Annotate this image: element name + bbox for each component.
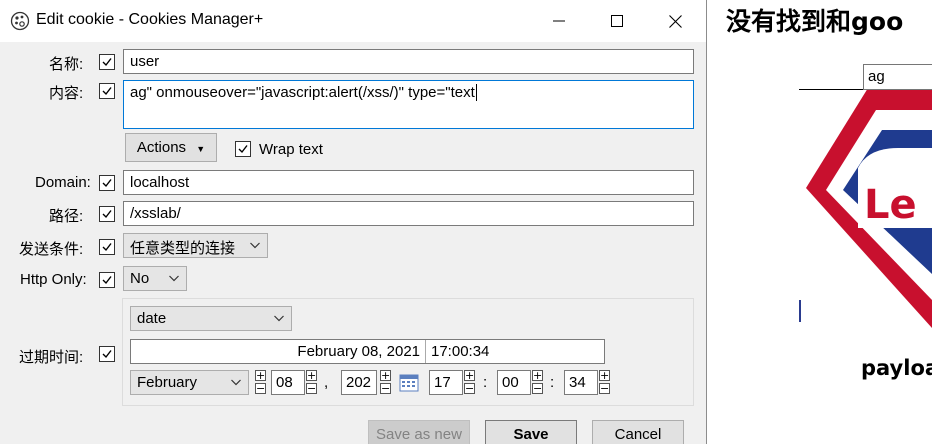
search-input[interactable]: ag: [863, 64, 932, 90]
hour-decrement-button[interactable]: −: [464, 383, 475, 394]
domain-field[interactable]: localhost: [123, 170, 694, 195]
dialog-title: Edit cookie - Cookies Manager+: [36, 11, 264, 28]
checkmark-icon: [102, 87, 112, 96]
year-decrement-button[interactable]: −: [380, 383, 391, 394]
svg-text:Le: Le: [864, 182, 917, 228]
checkmark-icon: [102, 179, 112, 188]
close-icon: [668, 14, 682, 28]
content-textarea[interactable]: ag" onmouseover="javascript:alert(/xss/)…: [123, 80, 694, 129]
checkmark-icon: [102, 243, 112, 252]
day-spin-up-button[interactable]: +: [306, 370, 317, 381]
month-select[interactable]: February: [130, 370, 249, 395]
name-label: 名称:: [49, 56, 84, 73]
month-value: February: [137, 374, 198, 391]
maximize-icon: [611, 15, 623, 27]
path-checkbox[interactable]: [99, 206, 115, 222]
expiry-date-text: February 08, 2021: [131, 340, 426, 363]
close-button[interactable]: [646, 0, 704, 42]
expiry-type-select[interactable]: date: [130, 306, 292, 331]
minimize-button[interactable]: [530, 0, 588, 42]
text-caret: [475, 84, 477, 101]
save-as-new-button[interactable]: Save as new: [368, 420, 470, 444]
chevron-down-icon: [231, 379, 241, 386]
day-decrement-button[interactable]: −: [255, 383, 266, 394]
year-field[interactable]: 202: [341, 370, 377, 395]
minute-decrement-button[interactable]: −: [532, 383, 543, 394]
checkmark-icon: [102, 350, 112, 359]
httponly-checkbox[interactable]: [99, 272, 115, 288]
httponly-label: Http Only:: [20, 271, 87, 288]
httponly-value: No: [130, 270, 150, 287]
minute-field[interactable]: 00: [497, 370, 531, 395]
maximize-button[interactable]: [588, 0, 646, 42]
path-field[interactable]: /xsslab/: [123, 201, 694, 226]
send-for-value: 任意类型的连接: [130, 240, 236, 257]
second-field[interactable]: 34: [564, 370, 598, 395]
content-value: ag" onmouseover="javascript:alert(/xss/)…: [130, 84, 475, 101]
path-label: 路径:: [49, 208, 84, 225]
content-checkbox[interactable]: [99, 83, 115, 99]
expiry-datetime-display[interactable]: February 08, 2021 17:00:34: [130, 339, 605, 364]
day-increment-button[interactable]: +: [255, 370, 266, 381]
domain-label: Domain:: [35, 174, 91, 191]
date-separator: ,: [324, 374, 329, 391]
day-spin-down-button[interactable]: −: [306, 383, 317, 394]
second-decrement-button[interactable]: −: [599, 383, 610, 394]
actions-button[interactable]: Actions ▼: [125, 133, 217, 162]
hour-increment-button[interactable]: +: [464, 370, 475, 381]
expiry-label: 过期时间:: [19, 349, 84, 366]
domain-checkbox[interactable]: [99, 175, 115, 191]
checkmark-icon: [102, 58, 112, 67]
minimize-icon: [553, 20, 565, 22]
httponly-select[interactable]: No: [123, 266, 187, 291]
calendar-icon[interactable]: [399, 372, 419, 396]
team-logo-image: Le: [798, 78, 932, 332]
time-separator: :: [550, 374, 555, 391]
expiry-time-text: 17:00:34: [431, 343, 490, 360]
dropdown-arrow-icon: ▼: [196, 144, 206, 154]
save-button[interactable]: Save: [485, 420, 577, 444]
hour-field[interactable]: 17: [429, 370, 463, 395]
wrap-text-label: Wrap text: [259, 141, 323, 158]
minute-increment-button[interactable]: +: [532, 370, 543, 381]
chevron-down-icon: [274, 315, 284, 322]
send-for-checkbox[interactable]: [99, 239, 115, 255]
day-field[interactable]: 08: [271, 370, 305, 395]
chevron-down-icon: [250, 242, 260, 249]
cancel-button[interactable]: Cancel: [592, 420, 684, 444]
content-label: 内容:: [49, 85, 84, 102]
second-increment-button[interactable]: +: [599, 370, 610, 381]
expiry-checkbox[interactable]: [99, 346, 115, 362]
checkmark-icon: [102, 276, 112, 285]
cookie-palette-icon: [10, 11, 30, 35]
expiry-type-value: date: [137, 310, 167, 327]
checkmark-icon: [238, 145, 248, 154]
page-heading: 没有找到和goo: [726, 7, 904, 36]
send-for-label: 发送条件:: [19, 241, 84, 258]
year-increment-button[interactable]: +: [380, 370, 391, 381]
name-field[interactable]: user: [123, 49, 694, 74]
actions-button-label: Actions: [136, 139, 187, 156]
text-caret: [799, 300, 801, 322]
edit-cookie-dialog: Edit cookie - Cookies Manager+ 名称: user …: [0, 0, 707, 444]
checkmark-icon: [102, 210, 112, 219]
chevron-down-icon: [169, 275, 179, 282]
time-separator: :: [483, 374, 488, 391]
title-bar[interactable]: Edit cookie - Cookies Manager+: [0, 0, 706, 42]
page-caption: payloa: [861, 356, 932, 380]
wrap-text-checkbox[interactable]: [235, 141, 251, 157]
name-checkbox[interactable]: [99, 54, 115, 70]
send-for-select[interactable]: 任意类型的连接: [123, 233, 268, 258]
